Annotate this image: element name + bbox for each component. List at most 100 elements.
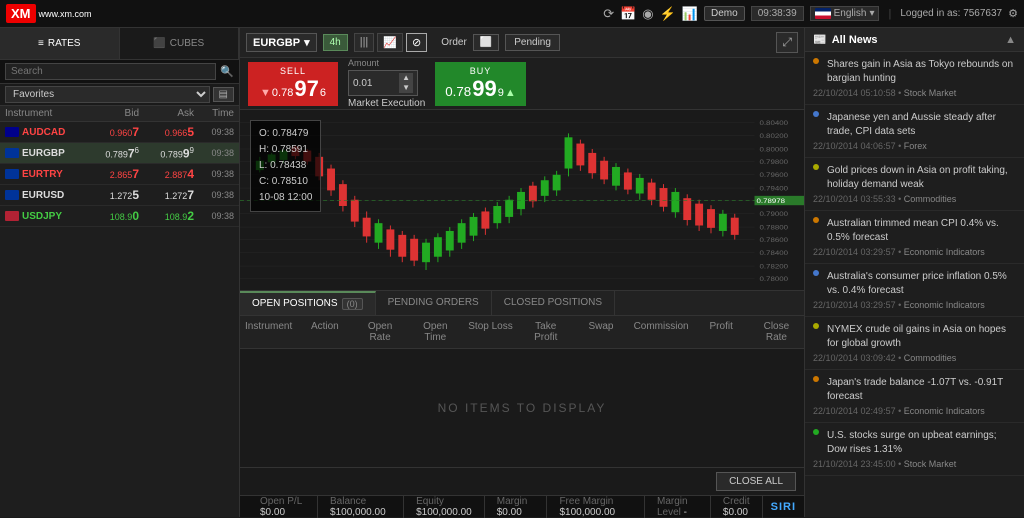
svg-text:0.80000: 0.80000 <box>759 146 788 153</box>
amount-down-btn[interactable]: ▼ <box>399 83 413 93</box>
timeframe-4h[interactable]: 4h <box>323 34 348 51</box>
bolt-icon[interactable]: ⚡ <box>660 6 676 22</box>
list-item[interactable]: EURTRY 2.8657 2.8874 09:38 <box>0 164 239 185</box>
list-item[interactable]: NYMEX crude oil gains in Asia on hopes f… <box>805 317 1024 370</box>
chart-area[interactable]: 0.80400 0.80200 0.80000 0.79800 0.79600 … <box>240 110 804 290</box>
tab-open-positions[interactable]: OPEN POSITIONS (0) <box>240 291 376 315</box>
balance-item: Balance $100,000.00 <box>318 496 404 518</box>
buy-button[interactable]: BUY 0.78 99 9 ▲ <box>435 62 525 106</box>
ohlc-close: C: 0.78510 <box>259 174 312 190</box>
svg-text:0.78200: 0.78200 <box>759 263 788 270</box>
news-dot-icon <box>813 323 819 329</box>
list-item[interactable]: Australia's consumer price inflation 0.5… <box>805 264 1024 317</box>
list-item[interactable]: Shares gain in Asia as Tokyo rebounds on… <box>805 52 1024 105</box>
pending-btn[interactable]: Pending <box>505 34 560 51</box>
amount-spinner: ▲ ▼ <box>399 73 413 93</box>
sync-icon[interactable]: ⟳ <box>603 6 614 22</box>
instrument-list: AUDCAD 0.9607 0.9665 09:38 EURGBP 0.7897… <box>0 122 239 517</box>
search-bar: 🔍 <box>0 60 239 84</box>
favorites-btn[interactable]: ▤ <box>213 87 234 102</box>
candle-chart-icon[interactable]: ⊘ <box>406 33 427 52</box>
col-take-profit-h: Take Profit <box>518 319 573 345</box>
symbol-selector[interactable]: EURGBP ▾ <box>246 33 317 52</box>
logged-in-label: Logged in as: 7567637 <box>900 8 1002 19</box>
news-collapse-icon[interactable]: ▲ <box>1005 34 1016 46</box>
expand-btn[interactable]: ⤢ <box>776 32 798 53</box>
list-item[interactable]: U.S. stocks surge on upbeat earnings; Do… <box>805 423 1024 476</box>
list-item[interactable]: Japanese yen and Aussie steady after tra… <box>805 105 1024 158</box>
chart-icon[interactable]: 📊 <box>682 6 698 22</box>
news-item-meta: 22/10/2014 03:09:42 • Commodities <box>813 353 1016 363</box>
tab-pending-orders[interactable]: PENDING ORDERS <box>376 291 492 315</box>
bottom-status: Open P/L $0.00 Balance $100,000.00 Equit… <box>240 495 804 517</box>
circle-icon[interactable]: ◉ <box>642 6 653 22</box>
language-select[interactable]: English ▾ <box>810 6 880 21</box>
list-item[interactable]: Japan's trade balance -1.07T vs. -0.91T … <box>805 370 1024 423</box>
separator: | <box>888 8 891 20</box>
news-item-row: Japan's trade balance -1.07T vs. -0.91T … <box>813 376 1016 406</box>
news-item-meta: 22/10/2014 02:49:57 • Economic Indicator… <box>813 406 1016 416</box>
positions-body: NO ITEMS TO DISPLAY <box>240 349 804 468</box>
amount-input[interactable]: 0.01 ▲ ▼ <box>348 70 418 96</box>
news-item-title: Gold prices down in Asia on profit takin… <box>827 164 1016 192</box>
list-item[interactable]: Gold prices down in Asia on profit takin… <box>805 158 1024 211</box>
bid-price: 0.78976 <box>84 146 139 160</box>
tab-rates[interactable]: ≡ RATES <box>0 28 120 59</box>
chart-toolbar: EURGBP ▾ 4h ||| 📈 ⊘ Order ⬜ Pending ⤢ <box>240 28 804 58</box>
siri-logo: SIRI <box>771 501 796 513</box>
bid-price: 2.8657 <box>84 167 139 181</box>
center-panel: EURGBP ▾ 4h ||| 📈 ⊘ Order ⬜ Pending ⤢ SE… <box>240 28 804 517</box>
news-category: Economic Indicators <box>904 406 985 416</box>
list-item[interactable]: EURUSD 1.2725 1.2727 09:38 <box>0 185 239 206</box>
order-type-btn[interactable]: ⬜ <box>473 34 499 51</box>
equity-label: Equity <box>416 496 444 507</box>
news-item-meta: 22/10/2014 03:55:33 • Commodities <box>813 194 1016 204</box>
favorites-select[interactable]: Favorites <box>5 86 210 103</box>
ohlc-tooltip: O: 0.78479 H: 0.78591 L: 0.78438 C: 0.78… <box>250 120 321 212</box>
bid-price: 1.2725 <box>84 188 139 202</box>
instrument-name: USDJPY <box>22 211 84 222</box>
no-items-text: NO ITEMS TO DISPLAY <box>438 401 607 415</box>
news-item-title: Australia's consumer price inflation 0.5… <box>827 270 1016 298</box>
tab-closed-positions[interactable]: CLOSED POSITIONS <box>492 291 615 315</box>
col-ask: Ask <box>139 108 194 119</box>
close-all-button[interactable]: CLOSE ALL <box>716 472 796 491</box>
time-val: 09:38 <box>194 211 234 221</box>
ohlc-low: L: 0.78438 <box>259 158 312 174</box>
order-label: Order <box>441 37 467 48</box>
sell-button[interactable]: SELL ▼ 0.78 97 6 <box>248 62 338 106</box>
bid-price: 108.90 <box>84 209 139 223</box>
col-open-time-h: Open Time <box>408 319 463 345</box>
buy-arrow-icon: ▲ <box>505 87 516 99</box>
news-item-title: U.S. stocks surge on upbeat earnings; Do… <box>827 429 1016 457</box>
closed-positions-label: CLOSED POSITIONS <box>504 297 602 308</box>
settings-icon[interactable]: ⚙ <box>1008 7 1018 20</box>
main-layout: ≡ RATES ⬛ CUBES 🔍 Favorites ▤ Instrument… <box>0 28 1024 517</box>
list-item[interactable]: Australian trimmed mean CPI 0.4% vs. 0.5… <box>805 211 1024 264</box>
tab-cubes[interactable]: ⬛ CUBES <box>120 28 240 59</box>
list-item[interactable]: EURGBP 0.78976 0.78999 09:38 <box>0 143 239 164</box>
free-margin-value: $100,000.00 <box>559 507 615 518</box>
chevron-down-icon: ▾ <box>869 8 874 19</box>
right-panel: 📰 All News ▲ Shares gain in Asia as Toky… <box>804 28 1024 517</box>
news-item-title: Japan's trade balance -1.07T vs. -0.91T … <box>827 376 1016 404</box>
calendar-icon[interactable]: 📅 <box>620 6 636 22</box>
svg-text:0.80400: 0.80400 <box>759 120 788 127</box>
buy-label: BUY <box>445 66 515 76</box>
time-display: 09:38:39 <box>751 6 804 21</box>
col-commission-h: Commission <box>629 319 694 345</box>
news-item-row: Australian trimmed mean CPI 0.4% vs. 0.5… <box>813 217 1016 247</box>
flag-au <box>5 127 19 137</box>
bar-chart-icon[interactable]: ||| <box>354 33 375 52</box>
ohlc-open: O: 0.78479 <box>259 126 312 142</box>
line-chart-icon[interactable]: 📈 <box>377 33 403 52</box>
news-item-meta: 22/10/2014 05:10:58 • Stock Market <box>813 88 1016 98</box>
credit-area: Credit $0.00 SIRI <box>711 496 796 518</box>
order-panel: SELL ▼ 0.78 97 6 Amount 0.01 ▲ ▼ <box>240 58 804 110</box>
search-input[interactable] <box>5 63 216 80</box>
list-item[interactable]: AUDCAD 0.9607 0.9665 09:38 <box>0 122 239 143</box>
amount-value: 0.01 <box>353 78 372 89</box>
margin-level-value: - <box>684 507 687 518</box>
list-item[interactable]: USDJPY 108.90 108.92 09:38 <box>0 206 239 227</box>
amount-up-btn[interactable]: ▲ <box>399 73 413 83</box>
